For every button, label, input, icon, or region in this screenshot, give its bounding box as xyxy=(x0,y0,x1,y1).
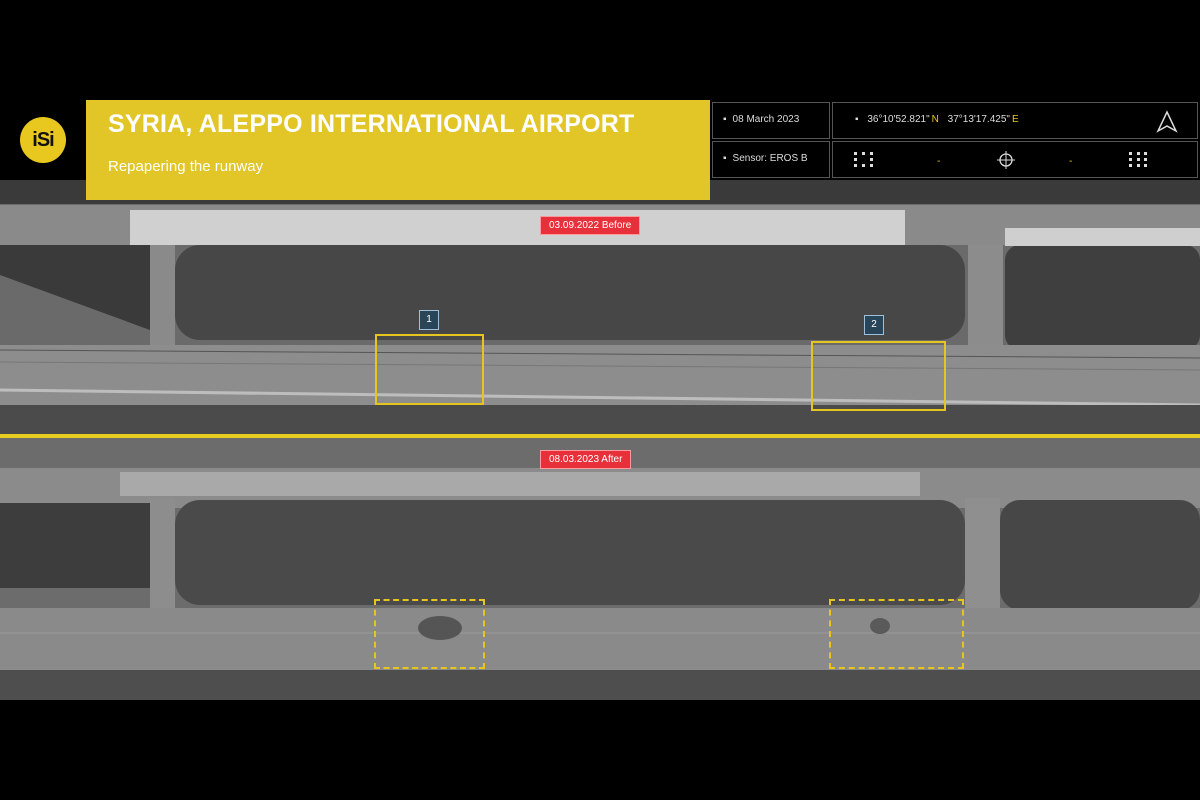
grid-dots-icon xyxy=(854,152,873,167)
title-banner: SYRIA, ALEPPO INTERNATIONAL AIRPORT Repa… xyxy=(86,100,710,200)
sensor-name: Sensor: EROS B xyxy=(732,153,808,164)
after-date-tag: 08.03.2023 After xyxy=(540,450,632,469)
bullet-icon: ▪ xyxy=(855,114,859,125)
page-title: SYRIA, ALEPPO INTERNATIONAL AIRPORT xyxy=(108,110,635,138)
coordinates-cell: ▪ 36°10'52.821" N 37°13'17.425" E xyxy=(832,102,1198,139)
repair-area-2-after xyxy=(829,599,964,669)
marker-2: 2 xyxy=(864,315,884,335)
marker-1: 1 xyxy=(419,310,439,330)
latitude-dir: N xyxy=(931,114,939,125)
grid-dots-icon xyxy=(1129,152,1147,167)
longitude: 37°13'17.425" xyxy=(947,114,1010,125)
sensor-cell: ▪ Sensor: EROS B xyxy=(712,141,830,178)
longitude-dir: E xyxy=(1011,114,1019,125)
capture-date: 08 March 2023 xyxy=(732,114,800,125)
damage-area-1-before xyxy=(375,334,484,405)
latitude: 36°10'52.821" xyxy=(867,114,930,125)
before-date-tag: 03.09.2022 Before xyxy=(540,216,641,235)
separator-dash: - xyxy=(1069,156,1073,167)
separator-dash: - xyxy=(937,156,941,167)
repair-area-1-after xyxy=(374,599,485,669)
sensor-icons-cell: - - xyxy=(832,141,1198,178)
isi-logo: iSi xyxy=(20,117,66,163)
bullet-icon: ▪ xyxy=(723,114,727,125)
before-after-divider xyxy=(0,434,1200,438)
page-subtitle: Repapering the runway xyxy=(108,158,264,175)
info-panel: ▪ 08 March 2023 ▪ Sensor: EROS B ▪ 36°10'5… xyxy=(710,100,1200,180)
target-icon xyxy=(997,151,1015,169)
imagery-frame: iSi SYRIA, ALEPPO INTERNATIONAL AIRPORT … xyxy=(0,100,1200,700)
satellite-image-after xyxy=(0,438,1200,700)
north-arrow-icon xyxy=(1156,110,1178,133)
bullet-icon: ▪ xyxy=(723,153,727,164)
damage-area-2-before xyxy=(811,341,946,411)
date-cell: ▪ 08 March 2023 xyxy=(712,102,830,139)
logo-area: iSi xyxy=(0,100,86,180)
